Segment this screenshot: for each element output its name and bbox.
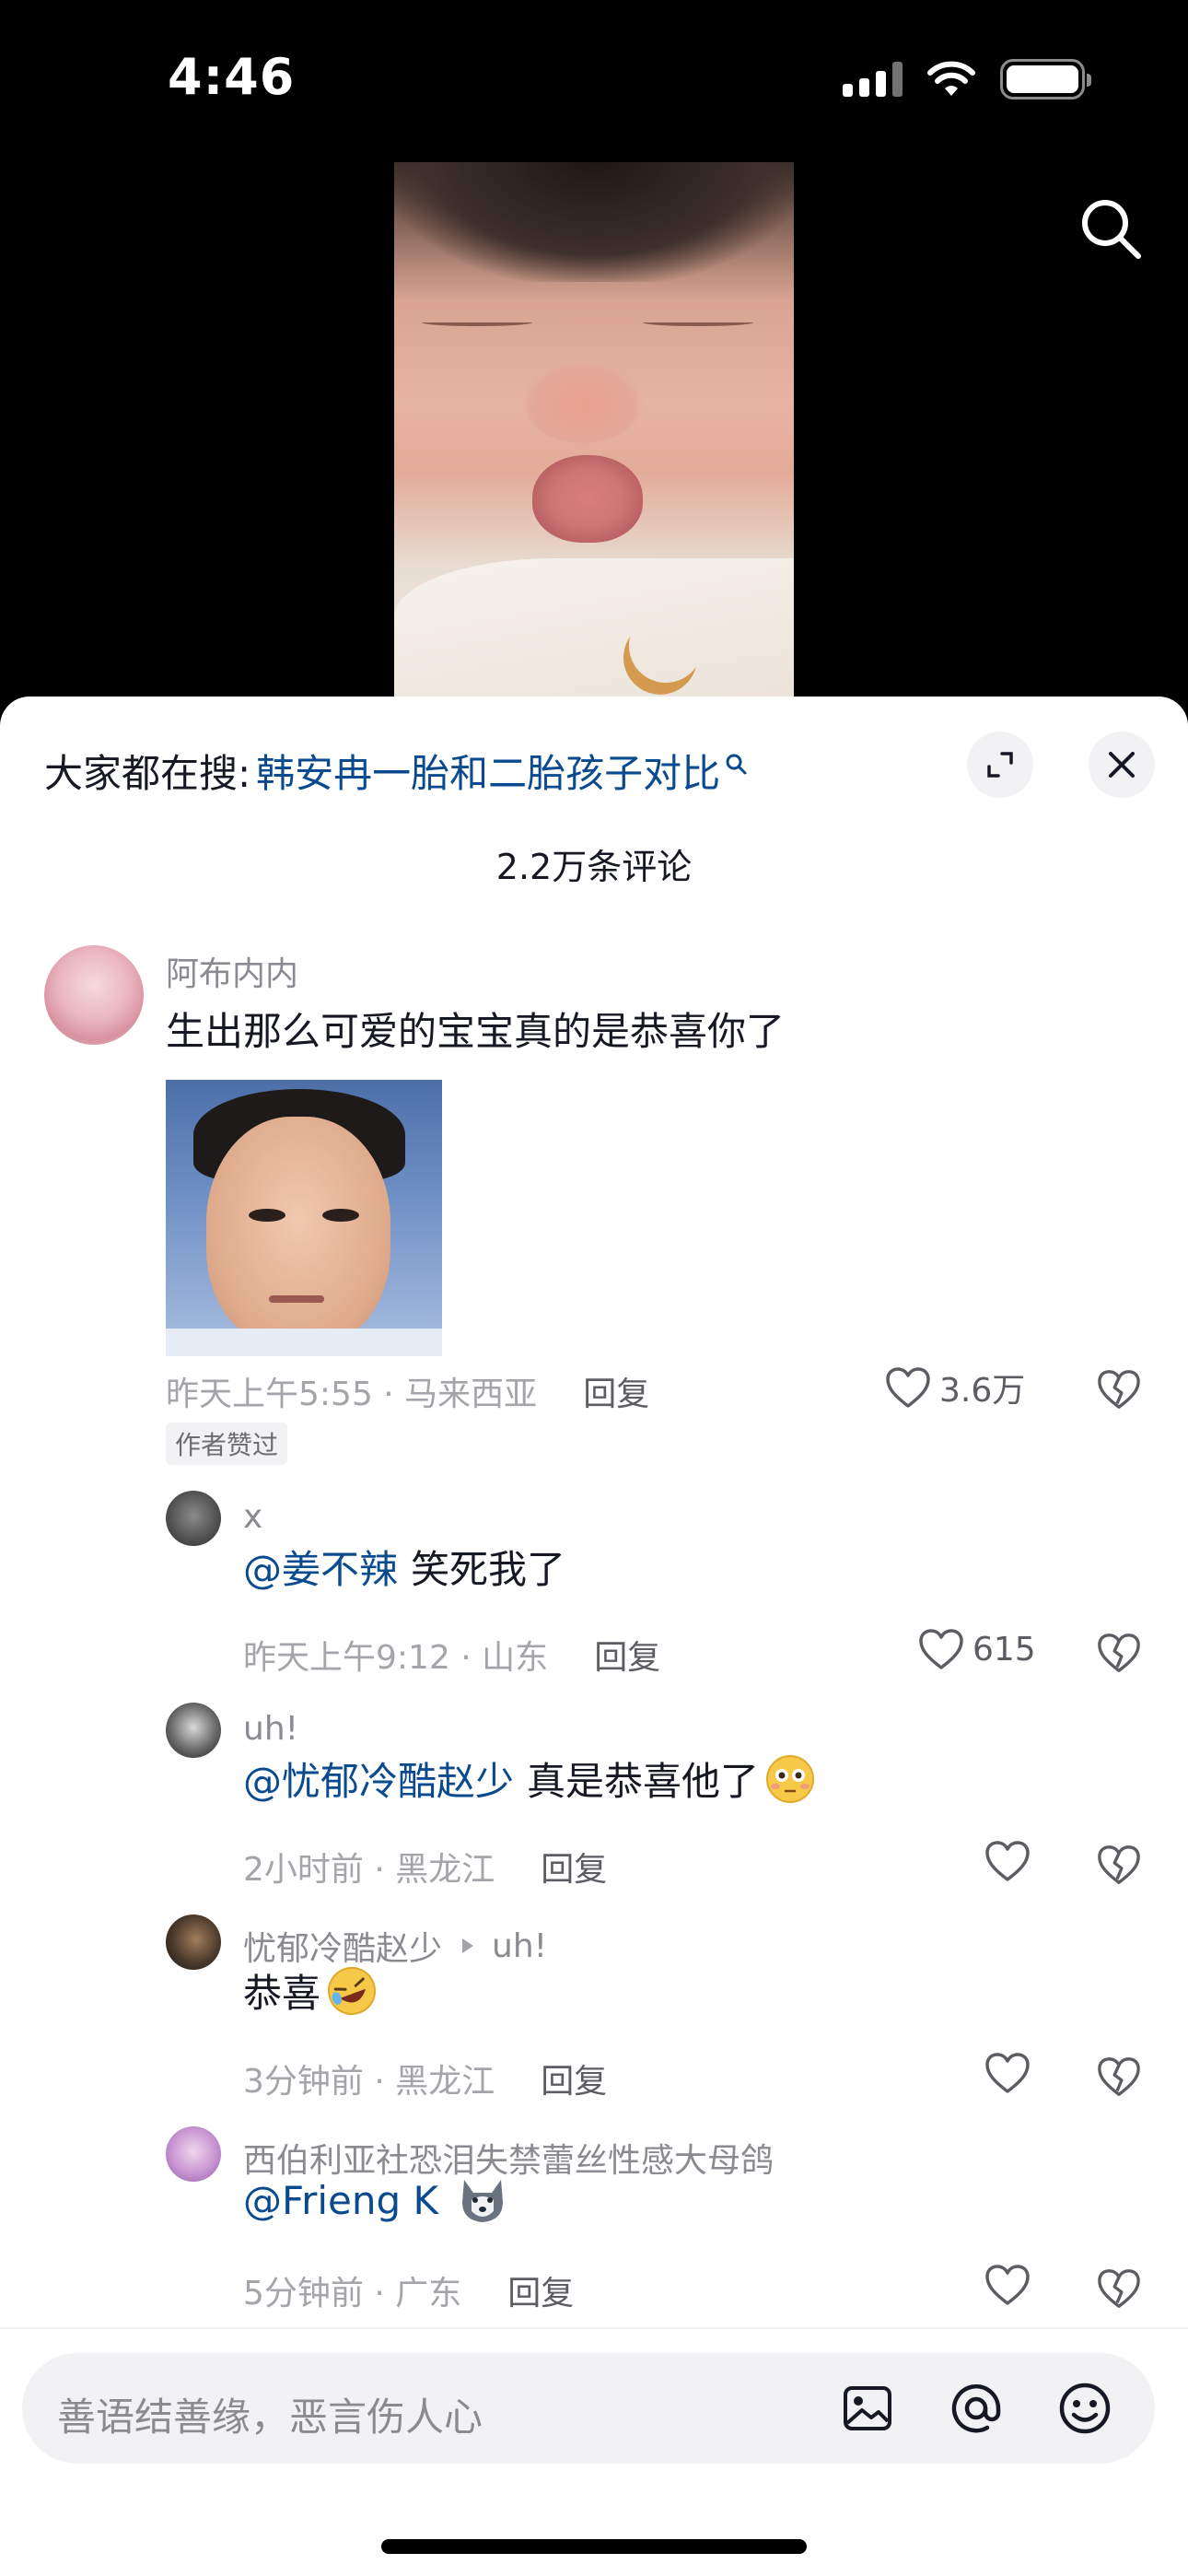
flushed-emoji-icon [766,1754,815,1803]
home-indicator[interactable] [381,2539,807,2554]
close-icon [1109,752,1135,778]
battery-icon [1000,59,1091,100]
like-button[interactable] [984,2263,1031,2307]
reply-button[interactable]: 回复 [507,2266,574,2314]
comment-time-location: 2小时前 · 黑龙江 [243,1851,495,1889]
comment-text: @姜不辣 笑死我了 [243,1539,565,1595]
heart-icon [985,2265,1030,2305]
comment-count: 2.2万条评论 [495,847,693,887]
reply-button[interactable]: 回复 [541,2055,607,2102]
comment-text: @忧郁冷酷赵少 真是恭喜他了 [243,1751,816,1807]
avatar[interactable] [44,945,144,1045]
comment-text: @Frieng K [243,2174,508,2226]
like-count: 615 [973,1630,1036,1669]
comment-time-location: 5分钟前 · 广东 [243,2275,462,2313]
mention-link[interactable]: @Frieng K [243,2178,438,2223]
broken-heart-icon[interactable] [1096,1843,1142,1887]
like-button[interactable]: 3.6万 [884,1364,1025,1411]
heart-icon [886,1367,930,1408]
expand-button[interactable] [967,732,1033,798]
reply-button[interactable]: 回复 [594,1631,660,1679]
author-liked-badge: 作者赞过 [166,1423,288,1465]
husky-dog-emoji-icon [462,2180,504,2222]
comment-username[interactable]: 阿布内内 [166,947,298,995]
comment-username[interactable]: x [243,1498,262,1536]
image-icon[interactable] [838,2379,897,2438]
mention-link[interactable]: @姜不辣 [243,1539,398,1595]
comment-time-location: 3分钟前 · 黑龙江 [243,2063,495,2101]
mention-link[interactable]: @忧郁冷酷赵少 [243,1751,514,1807]
small-search-icon [726,754,747,774]
reply-button[interactable]: 回复 [583,1367,649,1415]
avatar[interactable] [166,1914,221,1970]
like-button[interactable] [984,2051,1031,2095]
comment-meta: 3分钟前 · 黑龙江 回复 [243,2055,607,2102]
broken-heart-icon[interactable] [1096,1631,1142,1675]
broken-heart-icon[interactable] [1096,2055,1142,2099]
heart-icon [985,1841,1030,1881]
video-thumbnail[interactable] [394,162,794,697]
comment-text: 恭喜 [243,1962,378,2019]
comment-time-location: 昨天上午5:55 · 马来西亚 [166,1376,538,1413]
comment-meta: 5分钟前 · 广东 回复 [243,2266,574,2314]
signal-icon [843,62,903,97]
status-time: 4:46 [168,48,296,106]
trending-prefix: 大家都在搜: [44,751,251,796]
avatar[interactable] [166,2126,221,2182]
avatar[interactable] [166,1491,221,1546]
heart-icon [919,1629,963,1669]
search-icon[interactable] [1074,192,1147,265]
trending-search[interactable]: 大家都在搜: 韩安冉一胎和二胎孩子对比 [44,743,750,799]
like-count: 3.6万 [939,1372,1026,1410]
status-bar: 4:46 [0,0,1188,157]
avatar[interactable] [166,1703,221,1758]
broken-heart-icon[interactable] [1096,2266,1142,2311]
comment-input[interactable]: 善语结善缘，恶言伤人心 [22,2353,1155,2464]
expand-icon [987,752,1013,778]
comment-time-location: 昨天上午9:12 · 山东 [243,1639,549,1677]
close-button[interactable] [1089,732,1155,798]
reply-button[interactable]: 回复 [541,1843,607,1891]
comment-meta: 昨天上午9:12 · 山东 回复 [243,1631,660,1679]
wifi-icon [927,61,975,96]
comment-meta: 昨天上午5:55 · 马来西亚 回复 [166,1367,649,1415]
input-placeholder: 善语结善缘，恶言伤人心 [57,2395,483,2440]
trending-query-link[interactable]: 韩安冉一胎和二胎孩子对比 [256,743,720,799]
heart-icon [985,2053,1030,2093]
comment-sheet: 大家都在搜: 韩安冉一胎和二胎孩子对比 2.2万条评论 阿布内内 生出那么可爱的… [0,697,1188,2576]
comment-username[interactable]: uh! [243,1710,298,1748]
laughing-emoji-icon [328,1966,377,2015]
emoji-icon[interactable] [1055,2379,1114,2438]
comment-text: 生出那么可爱的宝宝真的是恭喜你了 [166,1009,786,1054]
comment-meta: 2小时前 · 黑龙江 回复 [243,1843,607,1891]
like-button[interactable]: 615 [917,1627,1036,1671]
comment-sticker-image[interactable] [166,1080,442,1356]
like-button[interactable] [984,1839,1031,1883]
at-icon[interactable] [947,2379,1006,2438]
reply-arrow-icon [462,1938,474,1953]
broken-heart-icon[interactable] [1096,1367,1142,1411]
